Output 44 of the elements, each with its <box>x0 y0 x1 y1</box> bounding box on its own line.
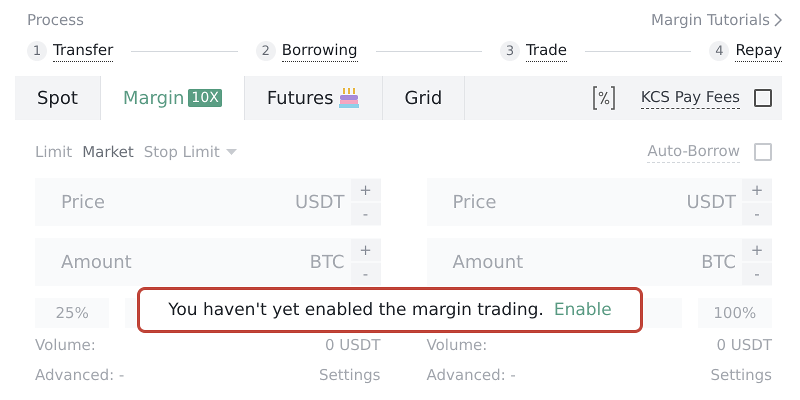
volume-label: Volume: <box>426 336 488 354</box>
tab[interactable]: Margin 10X <box>100 76 245 120</box>
caret-icon <box>226 149 237 155</box>
auto-borrow-label: Auto-Borrow <box>647 142 740 162</box>
enable-link[interactable]: Enable <box>554 300 612 320</box>
decrement-button[interactable]: - <box>742 263 772 285</box>
percent-icon[interactable] <box>590 84 617 112</box>
decrement-button[interactable]: - <box>742 203 772 225</box>
cake-icon <box>338 86 360 110</box>
tab[interactable]: Futures <box>244 76 383 120</box>
settings-link[interactable]: Settings <box>318 366 380 384</box>
step-label[interactable]: Repay <box>735 40 782 62</box>
checkbox[interactable] <box>754 89 772 107</box>
step-number: 2 <box>256 41 276 61</box>
volume-value: 0 USDT <box>324 336 380 354</box>
decrement-button[interactable]: - <box>350 263 380 285</box>
step-number: 3 <box>500 41 520 61</box>
advanced-label: Advanced: - <box>35 366 124 384</box>
step-label[interactable]: Transfer <box>53 40 114 62</box>
volume-label: Volume: <box>35 336 96 354</box>
fee-option-label: KCS Pay Fees <box>640 88 740 108</box>
step-label[interactable]: Borrowing <box>282 40 358 62</box>
advanced-label: Advanced: - <box>426 366 516 384</box>
order-type-tab[interactable]: Market <box>82 143 134 161</box>
order-type-tab[interactable]: Stop Limit <box>144 143 237 161</box>
order-type-tab[interactable]: Limit <box>35 143 72 161</box>
step-label[interactable]: Trade <box>526 40 568 62</box>
percent-button[interactable]: 100% <box>698 298 772 328</box>
leverage-badge: 10X <box>188 89 222 107</box>
decrement-button[interactable]: - <box>350 203 380 225</box>
step-number: 1 <box>27 41 47 61</box>
step-number: 4 <box>709 41 730 61</box>
increment-button[interactable]: + <box>350 239 380 261</box>
increment-button[interactable]: + <box>742 179 772 201</box>
increment-button[interactable]: + <box>742 239 772 261</box>
increment-button[interactable]: + <box>350 179 380 201</box>
notice-message: You haven't yet enabled the margin trading. <box>168 300 544 320</box>
percent-button[interactable]: 25% <box>35 298 110 328</box>
tab[interactable]: Grid <box>382 76 466 120</box>
volume-value: 0 USDT <box>716 336 772 354</box>
tutorials-link[interactable]: Margin Tutorials <box>651 11 782 29</box>
chevron-right-icon <box>774 13 782 27</box>
settings-link[interactable]: Settings <box>710 366 772 384</box>
process-title: Process <box>27 11 84 29</box>
